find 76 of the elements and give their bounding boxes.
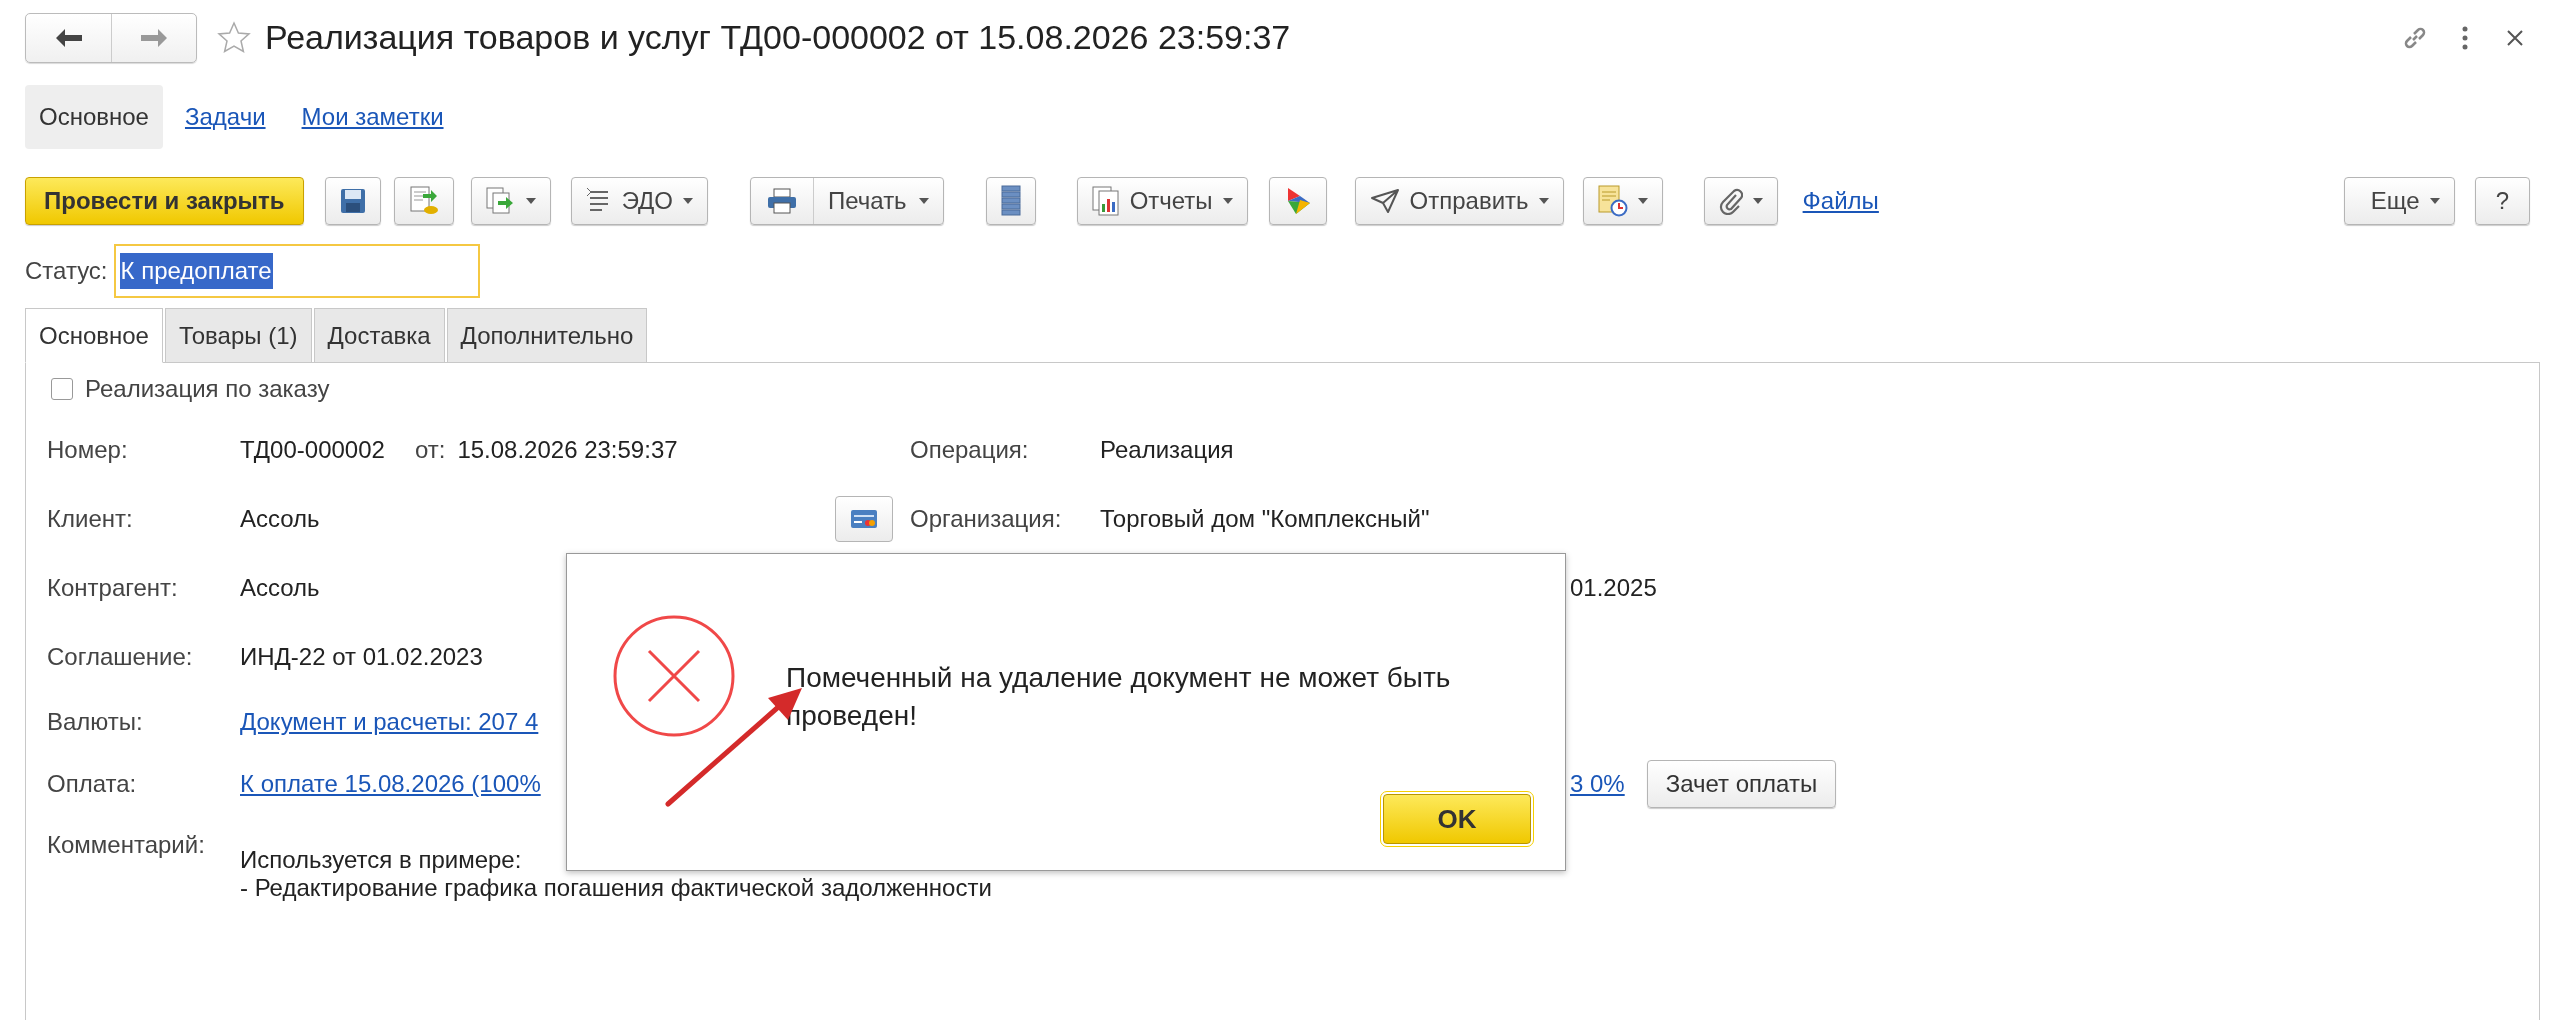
- files-link[interactable]: Файлы: [1802, 177, 1879, 225]
- section-tab[interactable]: Основное: [25, 85, 163, 149]
- ok-button[interactable]: OK: [1383, 794, 1531, 844]
- field-value: 15.08.2026 23:59:37: [457, 434, 678, 465]
- offset-button[interactable]: Зачет оплаты: [1646, 760, 1837, 808]
- dropdown-button[interactable]: [470, 177, 551, 225]
- checkbox[interactable]: [51, 378, 73, 400]
- field-label: Соглашение:: [47, 641, 194, 672]
- field-value: Ассоль: [240, 572, 320, 603]
- comment-text: - Редактирование графика погашения фактической задолженности: [240, 874, 992, 902]
- field-link[interactable]: Документ и расчеты: 207 4: [240, 704, 539, 740]
- save-icon: [339, 188, 366, 214]
- field-label: Операция:: [910, 435, 1029, 463]
- form-tab[interactable]: Дополнительно: [446, 308, 648, 363]
- form-tab[interactable]: Основное: [25, 308, 163, 363]
- caret-icon: [1222, 198, 1233, 204]
- field-label: Оплата:: [47, 769, 138, 799]
- split-button[interactable]: Печать: [750, 177, 944, 225]
- field-value: 01.2025: [1570, 572, 1657, 603]
- form-tab[interactable]: Товары (1): [164, 308, 312, 363]
- toolbar-button[interactable]: [1268, 177, 1327, 225]
- toolbar-button[interactable]: [324, 177, 381, 225]
- more-button[interactable]: Еще: [2343, 177, 2455, 225]
- dropdown-button[interactable]: Отчеты: [1076, 177, 1248, 225]
- field-link[interactable]: 3 0%: [1570, 766, 1625, 802]
- caret-icon: [1637, 198, 1648, 204]
- paper-plane-icon: [1369, 188, 1400, 214]
- field-value: Торговый дом "Комплексный": [1100, 504, 1430, 532]
- dropdown-button[interactable]: [1703, 177, 1778, 225]
- help-button[interactable]: ?: [2474, 177, 2530, 225]
- section-tab[interactable]: Задачи: [170, 85, 280, 149]
- list-icon: [1000, 185, 1021, 217]
- field-value: Реализация: [1100, 435, 1234, 463]
- field-label: Валюты:: [47, 707, 144, 737]
- paperclip-icon: [1718, 187, 1743, 215]
- field-value: Ассоль: [240, 503, 320, 534]
- caret-icon: [525, 198, 536, 204]
- status-field[interactable]: К предоплате: [113, 243, 480, 298]
- report-chart-icon: [1091, 186, 1120, 216]
- toolbar-button[interactable]: [985, 177, 1036, 225]
- field-label: Организация:: [910, 504, 1062, 532]
- bank-card-icon: [851, 509, 877, 528]
- field-label: Комментарий:: [47, 830, 206, 859]
- status-label: Статус:: [25, 255, 108, 286]
- field-label: Номер:: [47, 434, 129, 465]
- back-arrow-icon: [55, 28, 82, 47]
- star-icon[interactable]: [217, 20, 251, 55]
- dropdown-button[interactable]: [1582, 177, 1663, 225]
- more-icon[interactable]: [2462, 25, 2468, 50]
- field-link[interactable]: К оплате 15.08.2026 (100%: [240, 766, 541, 802]
- comment-text: Используется в примере:: [240, 846, 522, 874]
- printer-icon: [767, 188, 797, 214]
- field-value: ТД00-000002: [240, 434, 385, 465]
- checkbox-label: Реализация по заказу: [85, 374, 330, 404]
- dropdown-button[interactable]: Отправить: [1354, 177, 1564, 225]
- document-arrow-icon: [408, 186, 439, 216]
- error-message: Помеченный на удаление документ не может быть проведен!: [786, 661, 1452, 733]
- field-value: ИНД-22 от 01.02.2023: [240, 641, 483, 672]
- field-label: Клиент:: [47, 503, 134, 534]
- post-and-close-button[interactable]: Провести и закрыть: [25, 177, 304, 225]
- document-clock-icon: [1597, 185, 1628, 217]
- caret-icon: [683, 198, 693, 204]
- caret-icon: [1752, 198, 1763, 204]
- field-label: Контрагент:: [47, 572, 179, 603]
- caret-icon: [2429, 198, 2440, 204]
- dropdown-button[interactable]: ЭДО: [570, 177, 708, 225]
- window-title: Реализация товаров и услуг ТД00-000002 от 15.08.2026 23:59:37: [265, 17, 1291, 58]
- close-icon[interactable]: [2507, 29, 2523, 46]
- caret-icon: [1538, 198, 1549, 204]
- error-icon: [612, 614, 736, 738]
- caret-icon: [918, 198, 929, 204]
- section-tab[interactable]: Мои заметки: [287, 85, 458, 149]
- form-tab[interactable]: Доставка: [313, 308, 445, 363]
- card-button[interactable]: [835, 495, 893, 542]
- forward-arrow-icon: [141, 28, 167, 47]
- field-label: от:: [414, 434, 446, 465]
